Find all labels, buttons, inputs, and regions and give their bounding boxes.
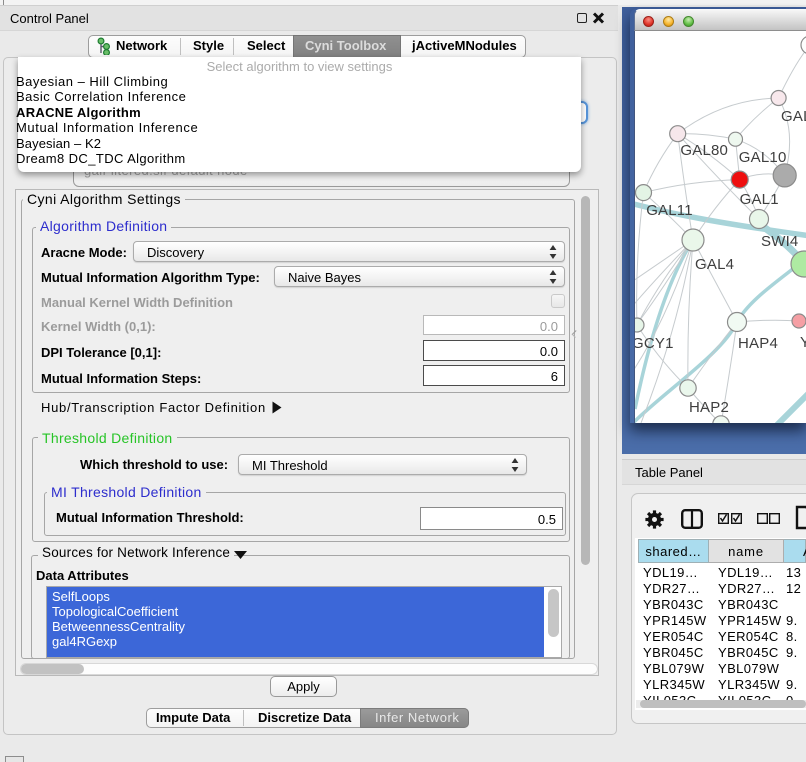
svg-text:GAL10: GAL10: [739, 149, 787, 166]
svg-text:GCY1: GCY1: [635, 335, 674, 352]
svg-text:GAL4: GAL4: [695, 256, 734, 273]
svg-text:HAP4: HAP4: [738, 335, 778, 352]
svg-text:Y: Y: [800, 334, 806, 351]
svg-text:GAL11: GAL11: [646, 202, 693, 219]
svg-text:SWI4: SWI4: [761, 233, 798, 250]
svg-text:GAL1: GAL1: [740, 191, 779, 208]
svg-text:GAL7: GAL7: [781, 108, 806, 125]
svg-text:HAP2: HAP2: [689, 399, 729, 416]
svg-text:GAL80: GAL80: [680, 142, 728, 159]
